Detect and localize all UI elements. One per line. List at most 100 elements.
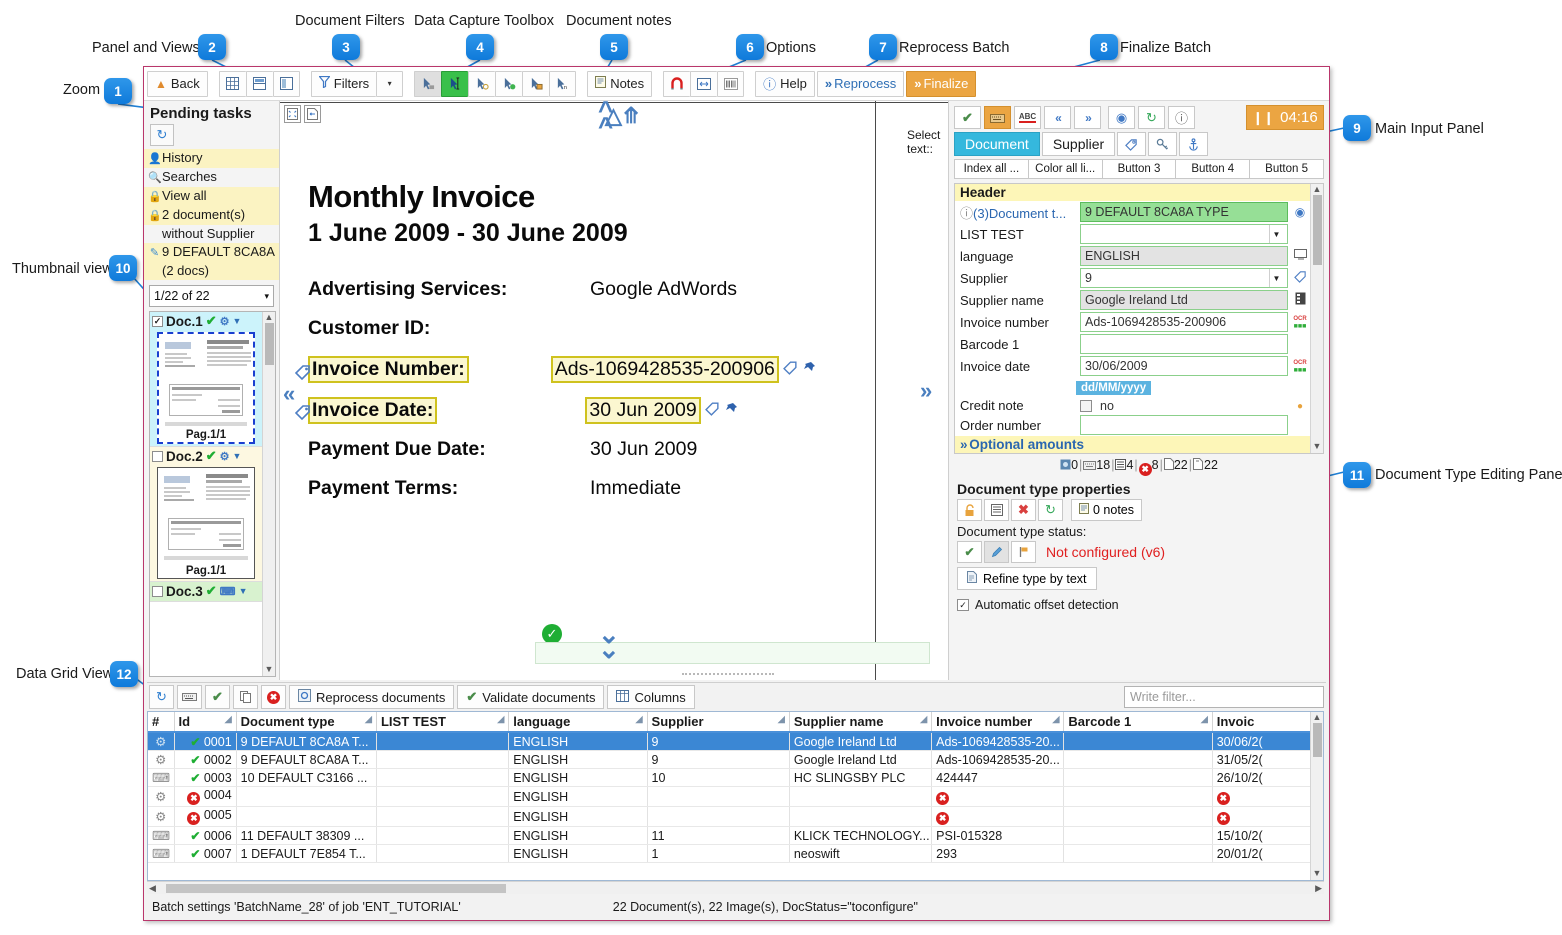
notes-button[interactable]: Notes bbox=[587, 70, 653, 97]
columns-button[interactable]: Columns bbox=[607, 685, 695, 709]
select-tag-icon[interactable] bbox=[468, 70, 496, 97]
column-header[interactable]: LIST TEST ◢ bbox=[376, 712, 510, 733]
panel-button-3[interactable]: Button 3 bbox=[1101, 159, 1176, 179]
field-input[interactable]: ▼ bbox=[1080, 224, 1288, 244]
thumbnail-image[interactable]: Pag.1/1 bbox=[157, 332, 255, 444]
field-input[interactable]: Ads-1069428535-200906 bbox=[1080, 312, 1288, 332]
grid-vertical-scrollbar[interactable]: ▲ ▼ bbox=[1310, 712, 1323, 880]
sort-filter-icon[interactable]: ◢ bbox=[497, 714, 504, 725]
screen-icon[interactable] bbox=[1292, 249, 1308, 263]
grid-horizontal-scrollbar[interactable]: ◀ ▶ bbox=[147, 881, 1324, 894]
copy-icon[interactable] bbox=[233, 685, 258, 709]
resize-grip[interactable] bbox=[682, 673, 774, 678]
automatic-offset-row[interactable]: ✓ Automatic offset detection bbox=[949, 590, 1329, 612]
validate-icon[interactable]: ✔ bbox=[205, 685, 230, 709]
thumbnail-checkbox[interactable]: ✓ bbox=[152, 315, 163, 327]
refresh-icon[interactable]: ↻ bbox=[149, 685, 174, 709]
sort-filter-icon[interactable]: ◢ bbox=[1201, 714, 1208, 725]
tag-icon[interactable] bbox=[1292, 270, 1308, 286]
reprocess-documents-button[interactable]: Reprocess documents bbox=[289, 685, 455, 709]
form-scrollbar[interactable]: ▲ ▼ bbox=[1310, 184, 1323, 453]
keyboard-icon[interactable] bbox=[177, 685, 202, 709]
session-timer[interactable]: ❙❙ 04:16 bbox=[1246, 105, 1324, 130]
select-text-icon[interactable] bbox=[441, 70, 469, 97]
panel-button-1[interactable]: Index all ... bbox=[954, 159, 1028, 179]
table-row[interactable]: ⚙ ✔ 0001 9 DEFAULT 8CA8A T... ENGLISH 9 Googl… bbox=[148, 732, 1310, 751]
ocr-icon[interactable]: OCR ■■■ bbox=[1292, 358, 1308, 374]
thumbnail-image[interactable]: Pag.1/1 bbox=[157, 467, 255, 579]
gear-icon[interactable]: ⚙ bbox=[220, 450, 230, 463]
pending-task-item[interactable]: 🔍Searches bbox=[144, 168, 279, 187]
keyboard-icon[interactable]: ⌨ bbox=[220, 585, 236, 598]
field-input[interactable]: 9 DEFAULT 8CA8A TYPE bbox=[1080, 202, 1288, 222]
fit-page-icon[interactable] bbox=[284, 105, 301, 123]
prev-icon[interactable]: « bbox=[1044, 106, 1071, 129]
pencil-icon[interactable] bbox=[984, 541, 1009, 563]
field-pin-icon[interactable] bbox=[724, 402, 738, 419]
chevron-down-icon[interactable]: ▼ bbox=[1269, 225, 1283, 243]
invoice-row-label[interactable]: Invoice Number: bbox=[308, 356, 469, 383]
select-region-icon[interactable] bbox=[414, 70, 442, 97]
sort-filter-icon[interactable]: ◢ bbox=[920, 714, 927, 725]
table-row[interactable]: ⚙ ✔ 0002 9 DEFAULT 8CA8A T... ENGLISH 9 Googl… bbox=[148, 750, 1310, 769]
column-header[interactable]: Supplier name ◢ bbox=[789, 712, 933, 733]
select-image-icon[interactable] bbox=[522, 70, 550, 97]
back-button[interactable]: ▲ Back bbox=[147, 70, 208, 97]
info-icon[interactable]: ⓘ bbox=[1168, 106, 1195, 129]
scroll-left-icon[interactable]: ◀ bbox=[149, 883, 156, 894]
scroll-up-icon[interactable]: ▲ bbox=[1313, 184, 1322, 194]
filters-dropdown-caret[interactable]: ▾ bbox=[376, 70, 404, 97]
pending-task-item[interactable]: 🔒2 document(s) bbox=[144, 206, 279, 225]
viewer-split-divider[interactable] bbox=[875, 101, 876, 680]
scroll-down-icon[interactable]: ▼ bbox=[1313, 441, 1322, 451]
optional-amounts-section[interactable]: » Optional amounts bbox=[955, 436, 1310, 453]
finalize-button[interactable]: » Finalize bbox=[906, 70, 977, 97]
field-input[interactable]: Google Ireland Ltd bbox=[1080, 290, 1288, 310]
table-row[interactable]: ⚙ ✖ 0005 ENGLISH ✖ ✖ bbox=[148, 806, 1310, 827]
chevron-down-icon[interactable]: ▼ bbox=[233, 451, 242, 461]
single-view-icon[interactable] bbox=[272, 70, 300, 97]
refresh-icon[interactable]: ↻ bbox=[150, 124, 174, 146]
reprocess-button[interactable]: » Reprocess bbox=[816, 70, 905, 97]
panel-button-4[interactable]: Button 4 bbox=[1175, 159, 1250, 179]
column-header[interactable]: language ◢ bbox=[508, 712, 648, 733]
anchor-icon[interactable] bbox=[1179, 132, 1209, 156]
filters-button[interactable]: Filters bbox=[310, 70, 377, 97]
collapse-up-icon[interactable]: ^ ^ bbox=[598, 97, 613, 139]
sort-filter-icon[interactable]: ◢ bbox=[225, 714, 232, 725]
eye-icon[interactable]: ◉ bbox=[1292, 205, 1308, 219]
info-icon[interactable]: ⓘ bbox=[960, 206, 973, 221]
validate-documents-button[interactable]: ✔ Validate documents bbox=[457, 685, 605, 709]
column-header[interactable]: Barcode 1 ◢ bbox=[1063, 712, 1213, 733]
barcode-icon[interactable] bbox=[717, 70, 745, 97]
fit-width-icon[interactable] bbox=[690, 70, 718, 97]
split-view-icon[interactable] bbox=[245, 70, 273, 97]
tag-icon[interactable] bbox=[1117, 132, 1147, 156]
scroll-down-icon[interactable]: ▼ bbox=[265, 664, 274, 674]
help-button[interactable]: ⓘ Help bbox=[755, 70, 815, 97]
thumbnail-list[interactable]: ✓ Doc.1 ✔ ⚙ ▼ Pag.1/1 Doc.2 ✔ ⚙ ▼ Pag.1/1 Doc.3 ✔ ⌨ ▼ bbox=[150, 312, 262, 676]
field-input[interactable] bbox=[1080, 334, 1288, 354]
scrollbar-thumb[interactable] bbox=[1312, 195, 1322, 265]
refresh-icon[interactable]: ↻ bbox=[1038, 499, 1063, 521]
validate-icon[interactable]: ✔ bbox=[954, 106, 981, 129]
table-row[interactable]: ⚙ ✖ 0004 ENGLISH ✖ ✖ bbox=[148, 786, 1310, 807]
prev-field-chevron-icon[interactable]: « bbox=[283, 381, 295, 407]
key-icon[interactable] bbox=[1148, 132, 1178, 156]
scroll-up-icon[interactable]: ▲ bbox=[1313, 712, 1322, 722]
eye-icon[interactable]: ◉ bbox=[1108, 106, 1135, 129]
field-pin-icon[interactable] bbox=[802, 361, 816, 378]
invoice-row-value[interactable]: 30 Jun 2009 bbox=[585, 397, 701, 424]
column-header[interactable]: Invoic bbox=[1212, 712, 1310, 733]
next-field-chevron-icon[interactable]: » bbox=[920, 378, 932, 404]
field-input[interactable]: ENGLISH bbox=[1080, 246, 1288, 266]
scroll-right-icon[interactable]: ▶ bbox=[1315, 883, 1322, 894]
column-header[interactable]: Invoice number ◢ bbox=[931, 712, 1065, 733]
sort-filter-icon[interactable]: ◢ bbox=[365, 714, 372, 725]
invoice-row-value[interactable]: Ads-1069428535-200906 bbox=[550, 356, 779, 383]
panel-button-2[interactable]: Color all li... bbox=[1027, 159, 1102, 179]
refine-type-button[interactable]: Refine type by text bbox=[957, 567, 1097, 590]
page-selector[interactable]: 1/22 of 22 ▾ bbox=[149, 285, 274, 307]
document-viewer[interactable]: △⤊ ^ ^ Select text:: Monthly Invoice 1 Ju… bbox=[280, 97, 949, 680]
column-header[interactable]: Id ◢ bbox=[174, 712, 237, 733]
